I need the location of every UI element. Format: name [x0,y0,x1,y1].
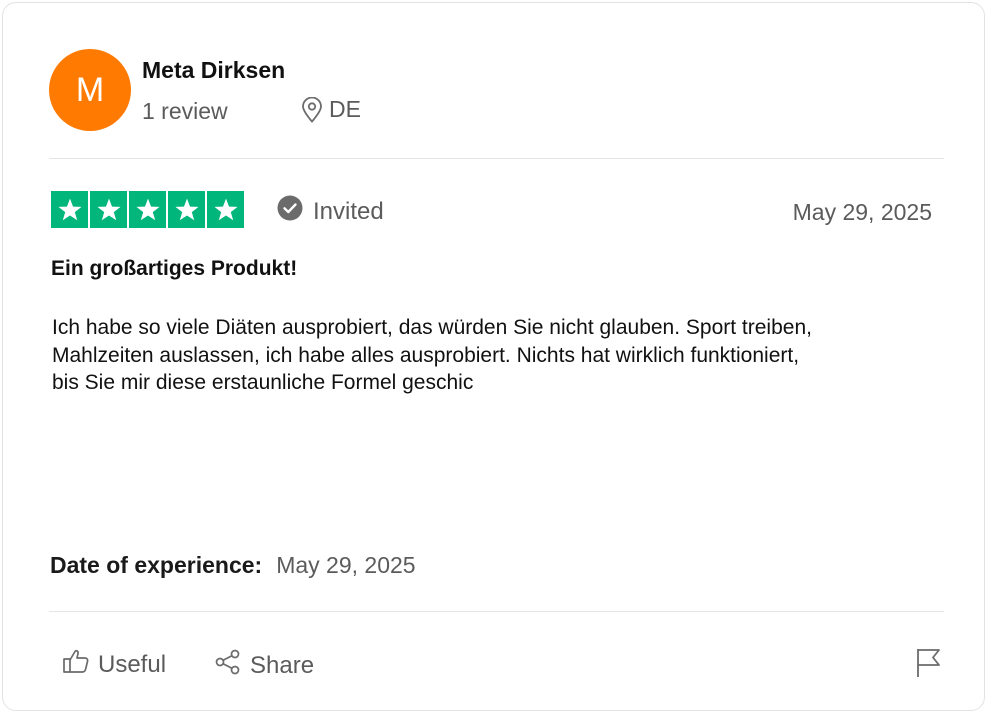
review-date: May 29, 2025 [792,199,932,225]
check-circle-icon [277,195,303,228]
share-label: Share [250,651,315,679]
review-body-line: Ich habe so viele Diäten ausprobiert, da… [52,316,812,339]
experience-date: May 29, 2025 [276,552,416,578]
review-body-line: Mahlzeiten auslassen, ich habe alles aus… [52,343,800,367]
reviewer-location: DE [301,96,361,123]
reviewer-name[interactable]: Meta Dirksen [142,57,285,84]
star-rating [51,191,244,228]
star-icon [90,191,127,228]
star-icon [168,191,205,228]
review-body-line: bis Sie mir diese erstaunliche Formel ge… [52,371,474,394]
date-of-experience: Date of experience: May 29, 2025 [50,552,416,579]
report-button[interactable] [915,646,943,683]
review-count: 1 review [142,98,228,124]
star-icon [51,191,88,228]
star-icon [207,191,244,228]
share-button[interactable]: Share [214,648,314,683]
avatar[interactable]: M [49,49,131,131]
experience-label: Date of experience: [50,552,263,578]
invited-label: Invited [313,197,384,225]
header-divider [49,158,944,159]
footer-divider [49,611,944,612]
avatar-initial: M [75,70,105,109]
invited-badge[interactable]: Invited [277,195,384,228]
review-title: Ein großartiges Produkt! [51,257,298,280]
country-code: DE [329,96,361,122]
location-pin-icon [301,96,323,123]
review-card: M Meta Dirksen 1 review DE Invited May 2… [2,2,985,711]
thumbs-up-icon [62,648,90,681]
flag-icon [915,649,943,682]
share-icon [214,648,242,683]
star-icon [129,191,166,228]
useful-button[interactable]: Useful [62,648,166,681]
useful-label: Useful [98,650,167,678]
review-body: Ich habe so viele Diäten ausprobiert, da… [52,314,952,397]
